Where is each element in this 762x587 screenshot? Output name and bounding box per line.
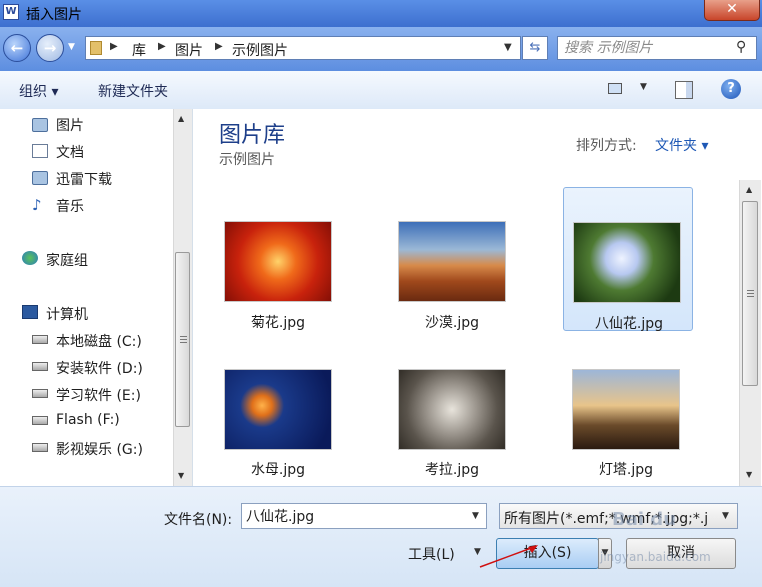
file-item[interactable]: 菊花.jpg — [213, 187, 343, 331]
music-library-icon: ♪ — [32, 196, 42, 214]
file-item-selected[interactable]: 八仙花.jpg — [563, 187, 693, 332]
file-name: 沙漠.jpg — [424, 315, 480, 331]
scroll-down-icon[interactable]: ▼ — [746, 470, 752, 479]
breadcrumb-item-libraries[interactable]: 库 — [132, 40, 146, 60]
library-title: 图片库 — [219, 123, 286, 148]
navigation-scrollbar[interactable]: ▲ ▼ — [173, 109, 192, 486]
nav-item-music[interactable]: 音乐 — [56, 196, 84, 216]
scroll-up-icon[interactable]: ▲ — [178, 114, 184, 123]
nav-item-downloads[interactable]: 迅雷下载 — [56, 169, 112, 189]
nav-item-homegroup[interactable]: 家庭组 — [46, 250, 88, 270]
sort-dropdown[interactable]: 文件夹 ▾ — [655, 135, 708, 155]
command-toolbar: 组织 ▾ 新建文件夹 ▼ ? — [0, 71, 762, 110]
sort-label: 排列方式: — [576, 138, 637, 154]
cancel-button[interactable]: 取消 — [626, 538, 736, 569]
system-drive-icon — [32, 335, 48, 344]
window-title: 插入图片 — [26, 7, 82, 23]
nav-item-drive-g[interactable]: 影视娱乐 (G:) — [56, 439, 143, 459]
breadcrumb[interactable]: ▶ 库 ▶ 图片 ▶ 示例图片 ▼ — [85, 36, 521, 60]
address-bar: ← → ▼ ▶ 库 ▶ 图片 ▶ 示例图片 ▼ ⇆ ⚲ — [0, 27, 762, 71]
folder-icon — [90, 41, 102, 55]
nav-item-drive-c[interactable]: 本地磁盘 (C:) — [56, 331, 142, 351]
filename-combobox[interactable]: ▼ — [241, 503, 487, 529]
filename-label: 文件名(N): — [164, 512, 233, 528]
view-dropdown-icon[interactable]: ▼ — [640, 82, 647, 92]
dialog-footer: 文件名(N): ▼ 所有图片(*.emf;*.wmf;*.jpg;*.j ▼ 工… — [0, 486, 762, 587]
filename-input[interactable] — [246, 507, 456, 525]
help-icon[interactable]: ? — [721, 79, 741, 99]
search-icon[interactable]: ⚲ — [736, 39, 746, 55]
arrow-left-icon: ← — [10, 39, 24, 57]
tools-dropdown-icon[interactable]: ▼ — [474, 547, 481, 557]
homegroup-icon — [22, 251, 38, 265]
scrollbar-thumb[interactable] — [175, 252, 190, 427]
file-name: 考拉.jpg — [424, 462, 480, 478]
library-subtitle: 示例图片 — [219, 152, 275, 168]
back-button[interactable]: ← — [3, 34, 31, 62]
change-view-icon[interactable] — [608, 83, 622, 94]
drive-icon — [32, 362, 48, 371]
nav-item-drive-d[interactable]: 安装软件 (D:) — [56, 358, 143, 378]
history-dropdown-icon[interactable]: ▼ — [68, 42, 75, 52]
drive-icon — [32, 389, 48, 398]
preview-pane-icon[interactable] — [675, 81, 693, 99]
forward-button[interactable]: → — [36, 34, 64, 62]
organize-button[interactable]: 组织 ▾ — [19, 81, 58, 101]
chrysanthemum-thumbnail — [224, 221, 332, 302]
arrow-right-icon: → — [43, 39, 57, 57]
address-dropdown-icon[interactable]: ▼ — [504, 42, 512, 53]
hydrangea-thumbnail — [573, 222, 681, 303]
computer-icon — [22, 305, 38, 319]
file-item[interactable]: 灯塔.jpg — [561, 335, 691, 479]
tools-button[interactable]: 工具(L) — [408, 544, 455, 564]
nav-item-drive-f[interactable]: Flash (F:) — [56, 412, 120, 428]
drive-icon — [32, 416, 48, 425]
file-name: 水母.jpg — [250, 462, 306, 478]
download-library-icon — [32, 171, 48, 185]
file-name: 菊花.jpg — [250, 315, 306, 331]
drive-icon — [32, 443, 48, 452]
picture-library-icon — [32, 118, 48, 132]
nav-item-documents[interactable]: 文档 — [56, 142, 84, 162]
filename-dropdown-icon[interactable]: ▼ — [472, 511, 479, 521]
file-list-pane: 图片库 示例图片 排列方式: 文件夹 ▾ 菊花.jpg 沙漠.jpg 八仙花.j… — [193, 109, 762, 486]
new-folder-button[interactable]: 新建文件夹 — [98, 81, 168, 101]
search-box[interactable]: ⚲ — [557, 36, 757, 60]
nav-item-drive-e[interactable]: 学习软件 (E:) — [56, 385, 141, 405]
refresh-button[interactable]: ⇆ — [522, 36, 548, 60]
file-item[interactable]: 沙漠.jpg — [387, 187, 517, 331]
word-app-icon: W — [3, 4, 19, 20]
file-name: 八仙花.jpg — [594, 316, 664, 332]
breadcrumb-separator-icon[interactable]: ▶ — [215, 41, 223, 52]
search-input[interactable] — [564, 39, 724, 57]
document-library-icon — [32, 144, 48, 158]
scroll-down-icon[interactable]: ▼ — [178, 471, 184, 480]
nav-item-computer[interactable]: 计算机 — [46, 304, 88, 324]
koala-thumbnail — [398, 369, 506, 450]
file-type-value: 所有图片(*.emf;*.wmf;*.jpg;*.j — [504, 511, 709, 527]
file-type-dropdown-icon[interactable]: ▼ — [722, 511, 729, 521]
insert-dropdown-icon[interactable]: ▼ — [598, 538, 612, 569]
insert-button[interactable]: 插入(S) — [496, 538, 599, 569]
navigation-pane: 图片 文档 迅雷下载 ♪ 音乐 家庭组 计算机 本地磁盘 (C:) 安装软件 (… — [0, 109, 193, 486]
file-item[interactable]: 考拉.jpg — [387, 335, 517, 479]
scrollbar-thumb[interactable] — [742, 201, 758, 386]
file-name: 灯塔.jpg — [598, 462, 654, 478]
lighthouse-thumbnail — [572, 369, 680, 450]
scroll-up-icon[interactable]: ▲ — [746, 185, 752, 194]
nav-item-pictures[interactable]: 图片 — [56, 115, 84, 135]
file-list-scrollbar[interactable]: ▲ ▼ — [739, 180, 761, 486]
close-button[interactable]: ✕ — [704, 0, 760, 21]
breadcrumb-item-pictures[interactable]: 图片 — [175, 40, 203, 60]
title-bar: W 插入图片 ✕ — [0, 0, 762, 27]
file-type-select[interactable]: 所有图片(*.emf;*.wmf;*.jpg;*.j ▼ — [499, 503, 738, 529]
desert-thumbnail — [398, 221, 506, 302]
jellyfish-thumbnail — [224, 369, 332, 450]
refresh-icon: ⇆ — [529, 40, 541, 55]
file-item[interactable]: 水母.jpg — [213, 335, 343, 479]
breadcrumb-separator-icon[interactable]: ▶ — [158, 41, 166, 52]
breadcrumb-separator-icon[interactable]: ▶ — [110, 41, 118, 52]
breadcrumb-item-sample-pictures[interactable]: 示例图片 — [232, 40, 288, 60]
